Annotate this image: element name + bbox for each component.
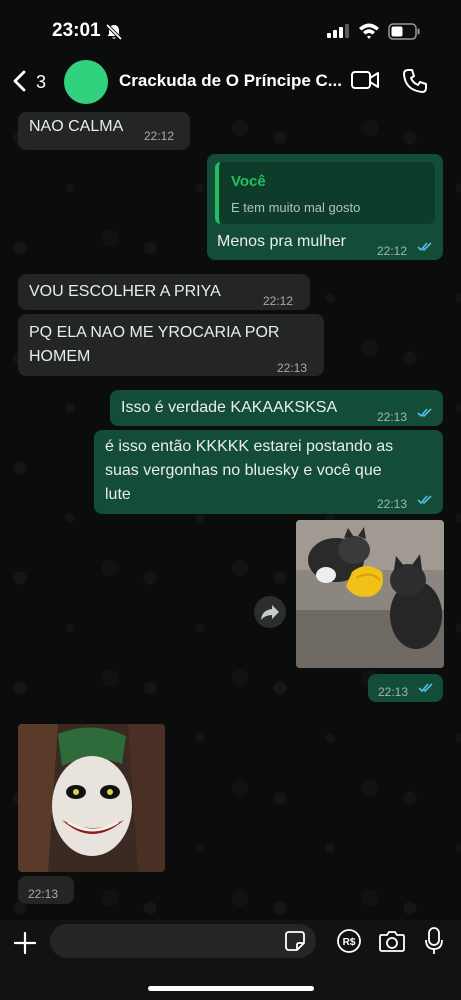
back-button[interactable]: 3 [10,66,54,96]
wifi-icon [359,23,379,39]
message-text-line: lute [105,486,131,503]
forward-icon [261,605,279,620]
microphone-icon[interactable] [424,926,444,956]
message-time: 22:12 [377,244,408,258]
read-receipt-icon [417,242,432,252]
avatar[interactable] [64,60,108,104]
quote-author: Você [231,173,266,190]
status-bar: 23:01 [0,0,461,56]
cellular-signal-icon [327,24,349,38]
message-bubble-outgoing[interactable]: é isso então KKKKK estarei postando as s… [94,430,443,514]
message-input[interactable] [50,924,316,958]
phone-icon[interactable] [402,68,428,94]
message-time: 22:13 [277,361,308,375]
message-text-line: PQ ELA NAO ME YROCARIA POR [29,324,280,341]
message-text-line: HOMEM [29,348,91,365]
image-message-kittens[interactable] [296,520,444,668]
chat-title[interactable]: Crackuda de O Príncipe C... [119,71,344,91]
message-time: 22:13 [28,887,59,901]
message-text-line: é isso então KKKKK estarei postando as [105,438,394,455]
two-kittens-shaking-hands-image [296,520,444,668]
message-text: Menos pra mulher [217,233,346,250]
camera-icon[interactable] [378,929,406,953]
message-text-line: suas vergonhas no bluesky e você que [105,462,382,479]
message-bubble-outgoing[interactable]: Você E tem muito mal gosto Menos pra mul… [207,154,443,260]
image-time-badge: 22:13 [18,876,74,904]
image-time-badge: 22:13 [368,674,443,702]
quoted-reply[interactable]: Você E tem muito mal gosto [215,162,435,224]
message-text: Isso é verdade KAKAAKSKSA [121,399,338,416]
svg-text:R$: R$ [343,937,356,948]
message-bubble-incoming[interactable]: PQ ELA NAO ME YROCARIA POR HOMEM 22:13 [18,314,324,376]
message-bubble-outgoing[interactable]: Isso é verdade KAKAAKSKSA 22:13 [110,390,443,426]
chevron-left-icon [13,70,26,92]
home-indicator [148,986,314,991]
message-time: 22:13 [377,497,408,511]
message-time: 22:12 [263,294,294,308]
video-camera-icon[interactable] [350,68,380,92]
joker-face-image [18,724,165,872]
battery-icon [388,23,420,40]
bell-slash-icon [105,23,123,41]
sticker-icon[interactable] [284,930,306,952]
unread-count: 3 [36,72,47,92]
image-message-joker[interactable] [18,724,165,872]
message-text: VOU ESCOLHER A PRIYA [29,283,221,300]
message-text: NAO CALMA [29,118,124,135]
message-bubble-incoming[interactable]: VOU ESCOLHER A PRIYA 22:12 [18,274,310,310]
message-time: 22:13 [378,685,409,699]
message-time: 22:13 [377,410,408,424]
chat-header: 3 Crackuda de O Príncipe C... [0,56,461,108]
read-receipt-icon [417,495,432,505]
forward-button[interactable] [254,596,286,628]
status-time: 23:01 [52,20,101,41]
input-bar: R$ [0,920,461,1000]
message-time: 22:12 [144,129,175,143]
quote-text: E tem muito mal gosto [231,200,361,215]
message-bubble-incoming[interactable]: NAO CALMA 22:12 [18,112,190,150]
plus-icon[interactable] [12,930,38,956]
payment-icon[interactable]: R$ [336,928,362,954]
chat-area[interactable]: NAO CALMA 22:12 Você E tem muito mal gos… [0,108,461,920]
read-receipt-icon [418,683,433,693]
read-receipt-icon [417,408,432,418]
